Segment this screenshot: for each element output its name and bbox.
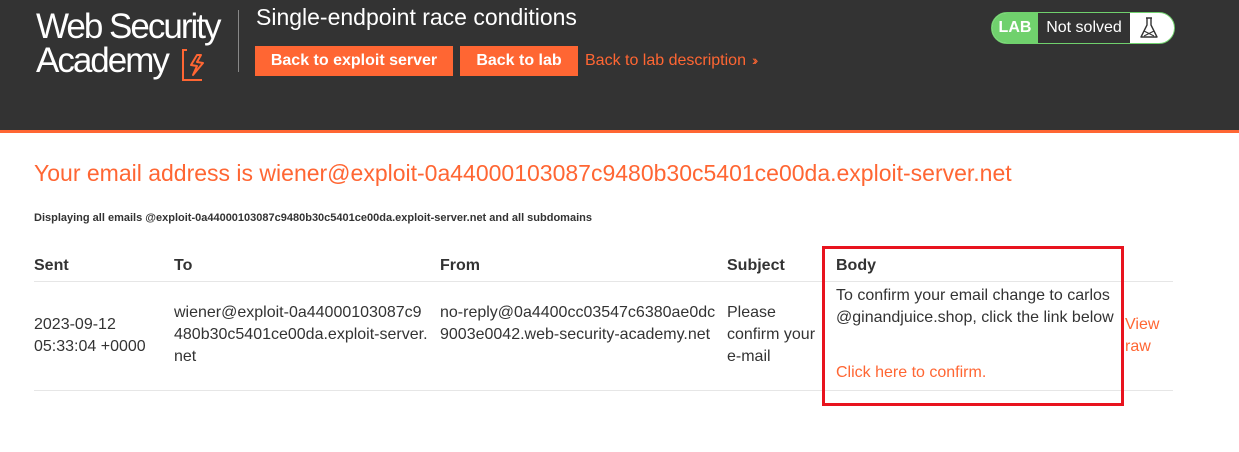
lab-status-text: Not solved xyxy=(1038,13,1130,43)
web-security-academy-logo[interactable]: Web Security Academy xyxy=(36,6,241,86)
email-from-cell: no-reply@0a4400cc03547c6380ae0dc9003e004… xyxy=(440,304,716,343)
logo-text-line2: Academy xyxy=(36,41,170,80)
body-highlight-box xyxy=(822,246,1124,406)
email-to-cell: wiener@exploit-0a44000103087c9480b30c540… xyxy=(174,304,428,365)
view-raw-link[interactable]: View raw xyxy=(1125,314,1171,358)
email-sent-cell: 2023-09-12 05:33:04 +0000 xyxy=(34,316,146,355)
double-chevron-right-icon: ›› xyxy=(751,52,759,68)
lightning-icon xyxy=(182,49,204,81)
lab-status-widget: LAB Not solved xyxy=(991,12,1175,44)
lab-title: Single-endpoint race conditions xyxy=(256,4,577,30)
email-subject-cell: Please confirm your e-mail xyxy=(727,304,816,365)
back-to-exploit-server-button[interactable]: Back to exploit server xyxy=(255,46,453,76)
logo-text-line1: Web Security xyxy=(36,7,221,46)
column-header-sent: Sent xyxy=(34,257,69,274)
display-note: Displaying all emails @exploit-0a4400010… xyxy=(34,212,592,224)
back-to-lab-button[interactable]: Back to lab xyxy=(460,46,578,76)
back-to-lab-description-label: Back to lab description xyxy=(585,52,746,69)
back-to-lab-description-link[interactable]: Back to lab description ›› xyxy=(585,52,759,70)
column-header-to: To xyxy=(174,257,193,274)
lab-badge: LAB xyxy=(992,13,1038,43)
column-header-subject: Subject xyxy=(727,257,785,274)
logo-separator xyxy=(238,10,239,72)
column-header-from: From xyxy=(440,257,480,274)
header-bar: Web Security Academy Single-endpoint rac… xyxy=(0,0,1239,133)
flask-icon xyxy=(1140,17,1158,38)
email-address-heading: Your email address is wiener@exploit-0a4… xyxy=(34,160,1012,186)
